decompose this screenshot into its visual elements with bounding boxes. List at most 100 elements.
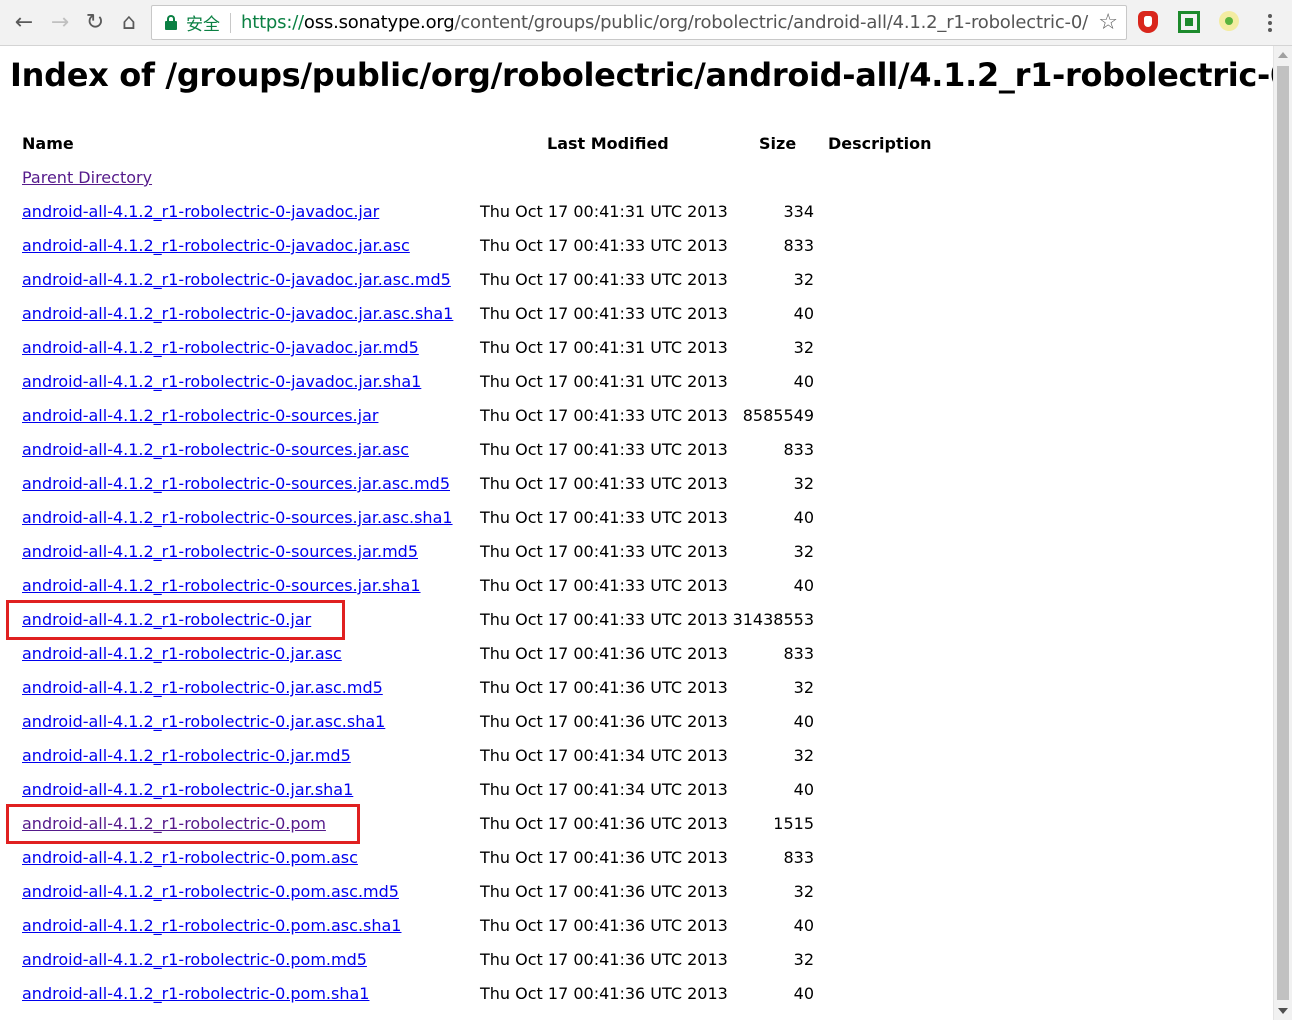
secure-label: 安全 [186, 15, 220, 35]
url-path: /content/groups/public/org/robolectric/a… [454, 12, 1089, 33]
file-modified: Thu Oct 17 00:41:31 UTC 2013 [480, 372, 728, 391]
vertical-scrollbar[interactable] [1273, 46, 1292, 1020]
file-modified: Thu Oct 17 00:41:33 UTC 2013 [480, 440, 728, 459]
scroll-down-arrow-icon[interactable] [1278, 1008, 1288, 1014]
file-row: android-all-4.1.2_r1-robolectric-0-sourc… [0, 508, 1273, 542]
shield-extension-icon[interactable] [1138, 11, 1160, 33]
file-link[interactable]: android-all-4.1.2_r1-robolectric-0.pom.a… [22, 916, 401, 935]
file-size: 32 [793, 542, 814, 561]
file-link[interactable]: android-all-4.1.2_r1-robolectric-0-sourc… [22, 576, 421, 595]
scroll-thumb[interactable] [1277, 66, 1289, 1000]
file-link[interactable]: android-all-4.1.2_r1-robolectric-0-javad… [22, 338, 419, 357]
file-modified: Thu Oct 17 00:41:34 UTC 2013 [480, 746, 728, 765]
home-icon: ⌂ [122, 10, 136, 35]
url-host: oss.sonatype.org [303, 12, 455, 33]
scroll-up-arrow-icon[interactable] [1278, 52, 1288, 58]
file-link[interactable]: android-all-4.1.2_r1-robolectric-0.pom.a… [22, 848, 358, 867]
file-row: android-all-4.1.2_r1-robolectric-0-javad… [0, 202, 1273, 236]
file-name-cell: android-all-4.1.2_r1-robolectric-0-javad… [22, 338, 419, 358]
file-link[interactable]: android-all-4.1.2_r1-robolectric-0-sourc… [22, 474, 450, 493]
file-name-cell: android-all-4.1.2_r1-robolectric-0.pom.a… [22, 848, 358, 868]
file-link[interactable]: android-all-4.1.2_r1-robolectric-0.jar.a… [22, 678, 383, 697]
file-modified: Thu Oct 17 00:41:33 UTC 2013 [480, 270, 728, 289]
file-link[interactable]: android-all-4.1.2_r1-robolectric-0-javad… [22, 202, 379, 221]
page-title: Index of /groups/public/org/robolectric/… [10, 56, 1273, 94]
file-link[interactable]: android-all-4.1.2_r1-robolectric-0.jar.a… [22, 644, 342, 663]
file-modified: Thu Oct 17 00:41:36 UTC 2013 [480, 678, 728, 697]
forward-button[interactable]: → [45, 8, 75, 38]
file-link[interactable]: android-all-4.1.2_r1-robolectric-0.pom.a… [22, 882, 399, 901]
file-name-cell: android-all-4.1.2_r1-robolectric-0-sourc… [22, 440, 409, 460]
file-size: 32 [793, 746, 814, 765]
header-description: Description [828, 134, 932, 153]
file-name-cell: android-all-4.1.2_r1-robolectric-0-javad… [22, 304, 453, 324]
file-link[interactable]: android-all-4.1.2_r1-robolectric-0-javad… [22, 270, 451, 289]
file-name-cell: android-all-4.1.2_r1-robolectric-0-sourc… [22, 406, 378, 426]
file-size: 32 [793, 270, 814, 289]
file-name-cell: android-all-4.1.2_r1-robolectric-0.pom.a… [22, 882, 399, 902]
file-modified: Thu Oct 17 00:41:33 UTC 2013 [480, 304, 728, 323]
reload-icon: ↻ [85, 10, 105, 35]
file-size: 40 [793, 712, 814, 731]
file-row: android-all-4.1.2_r1-robolectric-0.pom.s… [0, 984, 1273, 1018]
file-modified: Thu Oct 17 00:41:36 UTC 2013 [480, 848, 728, 867]
file-name-cell: android-all-4.1.2_r1-robolectric-0-sourc… [22, 508, 453, 528]
back-button[interactable]: ← [9, 8, 39, 38]
file-row: android-all-4.1.2_r1-robolectric-0.jar.a… [0, 712, 1273, 746]
browser-menu-icon[interactable] [1262, 12, 1278, 34]
file-modified: Thu Oct 17 00:41:33 UTC 2013 [480, 508, 728, 527]
back-arrow-icon: ← [14, 10, 34, 35]
file-size: 8585549 [742, 406, 814, 425]
file-link[interactable]: android-all-4.1.2_r1-robolectric-0-sourc… [22, 440, 409, 459]
parent-directory-link[interactable]: Parent Directory [22, 168, 152, 187]
dot-extension-icon[interactable] [1219, 11, 1241, 33]
file-name-cell: android-all-4.1.2_r1-robolectric-0-javad… [22, 202, 379, 222]
file-modified: Thu Oct 17 00:41:33 UTC 2013 [480, 406, 728, 425]
green-square-extension-icon[interactable] [1178, 11, 1200, 33]
file-name-cell: android-all-4.1.2_r1-robolectric-0-javad… [22, 372, 421, 392]
red-highlight-box [6, 804, 360, 844]
file-link[interactable]: android-all-4.1.2_r1-robolectric-0-sourc… [22, 508, 453, 527]
url-scheme: https:// [241, 12, 304, 33]
lock-icon [164, 14, 178, 31]
file-link[interactable]: android-all-4.1.2_r1-robolectric-0-sourc… [22, 542, 418, 561]
url-text[interactable]: https://oss.sonatype.org/content/groups/… [241, 12, 1088, 33]
file-size: 40 [793, 372, 814, 391]
address-separator [230, 12, 231, 33]
file-link[interactable]: android-all-4.1.2_r1-robolectric-0.jar.s… [22, 780, 353, 799]
home-button[interactable]: ⌂ [114, 8, 144, 38]
reload-button[interactable]: ↻ [80, 8, 110, 38]
header-last-modified: Last Modified [547, 134, 669, 153]
file-link[interactable]: android-all-4.1.2_r1-robolectric-0.jar.a… [22, 712, 385, 731]
file-modified: Thu Oct 17 00:41:33 UTC 2013 [480, 542, 728, 561]
parent-directory-row: Parent Directory [0, 168, 1273, 202]
bookmark-star-icon[interactable]: ☆ [1098, 10, 1118, 35]
file-link[interactable]: android-all-4.1.2_r1-robolectric-0.pom.s… [22, 984, 369, 1003]
file-link[interactable]: android-all-4.1.2_r1-robolectric-0.pom.m… [22, 950, 367, 969]
browser-toolbar: ← → ↻ ⌂ 安全 https://oss.sonatype.org/cont… [0, 0, 1292, 46]
file-link[interactable]: android-all-4.1.2_r1-robolectric-0-javad… [22, 304, 453, 323]
file-modified: Thu Oct 17 00:41:36 UTC 2013 [480, 984, 728, 1003]
file-modified: Thu Oct 17 00:41:31 UTC 2013 [480, 202, 728, 221]
file-link[interactable]: android-all-4.1.2_r1-robolectric-0.jar.m… [22, 746, 351, 765]
file-link[interactable]: android-all-4.1.2_r1-robolectric-0-javad… [22, 372, 421, 391]
file-link[interactable]: android-all-4.1.2_r1-robolectric-0-sourc… [22, 406, 378, 425]
file-row: android-all-4.1.2_r1-robolectric-0-javad… [0, 270, 1273, 304]
file-name-cell: android-all-4.1.2_r1-robolectric-0-sourc… [22, 474, 450, 494]
address-bar[interactable]: 安全 https://oss.sonatype.org/content/grou… [151, 5, 1127, 40]
file-size: 31438553 [732, 610, 814, 629]
file-link[interactable]: android-all-4.1.2_r1-robolectric-0-javad… [22, 236, 410, 255]
file-size: 833 [783, 848, 814, 867]
file-modified: Thu Oct 17 00:41:33 UTC 2013 [480, 474, 728, 493]
file-row: android-all-4.1.2_r1-robolectric-0-javad… [0, 372, 1273, 406]
header-size: Size [759, 134, 797, 153]
file-size: 833 [783, 440, 814, 459]
file-row: android-all-4.1.2_r1-robolectric-0-sourc… [0, 406, 1273, 440]
file-name-cell: android-all-4.1.2_r1-robolectric-0.pom.s… [22, 984, 369, 1004]
file-row: android-all-4.1.2_r1-robolectric-0.pom.a… [0, 916, 1273, 950]
file-size: 40 [793, 304, 814, 323]
file-size: 833 [783, 644, 814, 663]
file-name-cell: android-all-4.1.2_r1-robolectric-0.jar.m… [22, 746, 351, 766]
file-name-cell: android-all-4.1.2_r1-robolectric-0-sourc… [22, 542, 418, 562]
file-size: 40 [793, 780, 814, 799]
